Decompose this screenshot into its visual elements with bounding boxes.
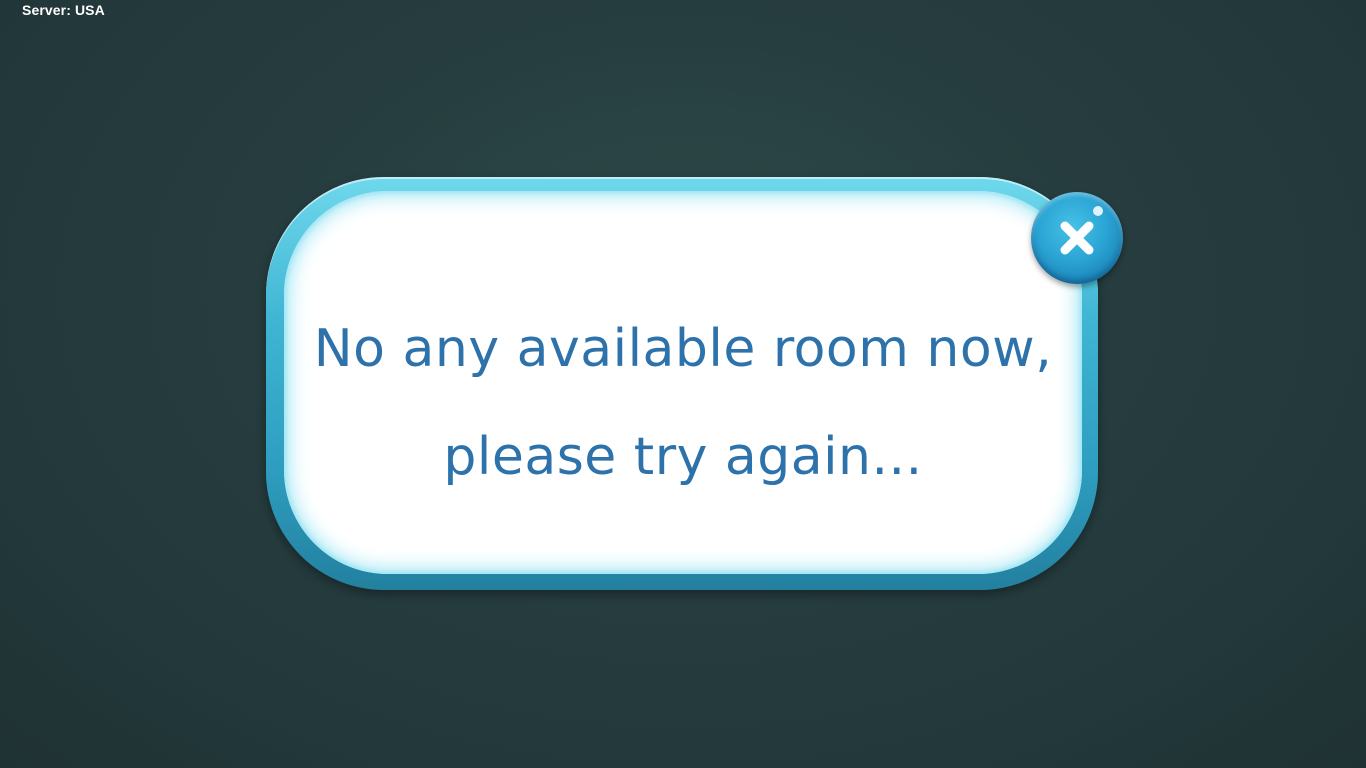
dialog-panel: No any available room now, please try ag… xyxy=(284,191,1082,574)
close-button[interactable] xyxy=(1031,192,1123,284)
close-icon xyxy=(1060,221,1094,255)
button-shine xyxy=(1093,206,1103,216)
dialog-message-line-1: No any available room now, xyxy=(313,319,1053,379)
server-label: Server: USA xyxy=(22,2,105,18)
no-room-dialog: No any available room now, please try ag… xyxy=(266,177,1098,590)
dialog-message-line-2: please try again... xyxy=(443,427,923,487)
